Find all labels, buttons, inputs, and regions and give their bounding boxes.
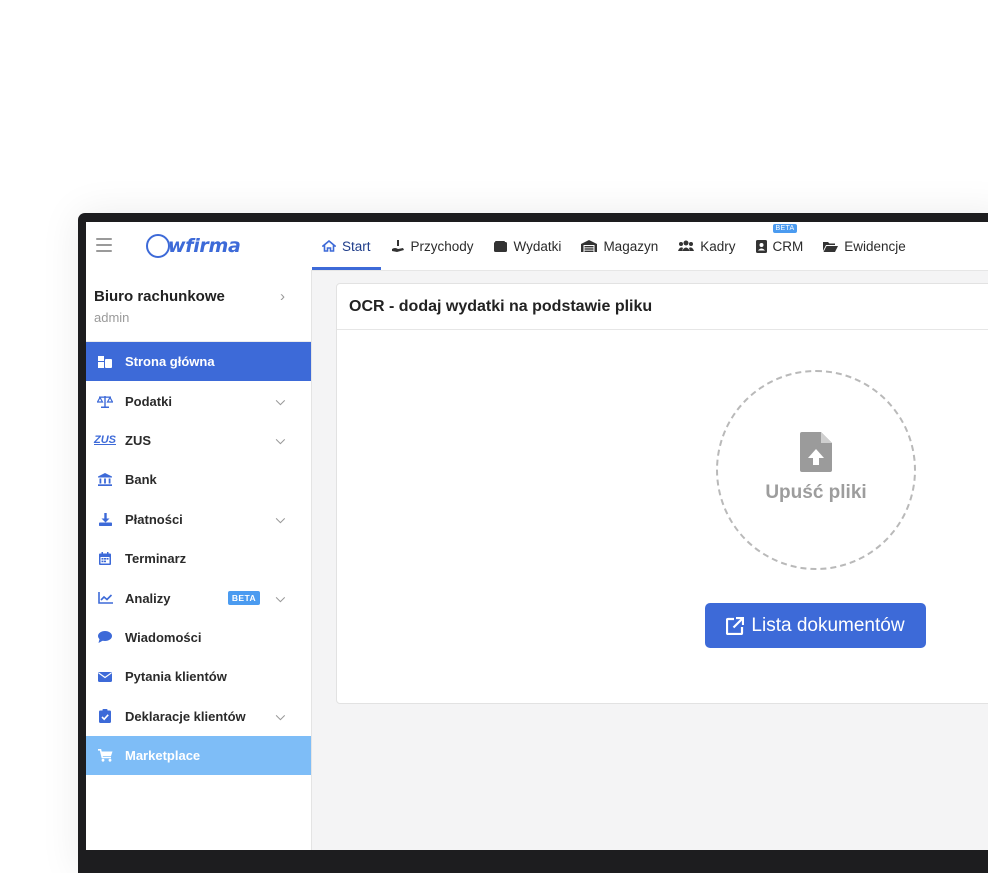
sidebar-item-label: Marketplace — [125, 748, 201, 764]
nav-item-label: Start — [342, 238, 371, 254]
nav-item-wydatki[interactable]: Wydatki — [484, 222, 572, 270]
envelope-icon — [97, 669, 113, 685]
sidebar-item-analizy[interactable]: Analizy BETA ⌵ — [86, 578, 311, 617]
sidebar-item-label: Deklaracje klientów — [125, 708, 246, 724]
calendar-icon — [97, 551, 113, 567]
account-role: admin — [94, 310, 130, 325]
chart-line-icon — [97, 590, 113, 606]
home-icon — [322, 240, 336, 252]
download-icon — [97, 511, 113, 527]
analizy-beta-badge: BETA — [227, 591, 260, 606]
sidebar-item-label: Podatki — [125, 393, 172, 409]
wallet-icon — [493, 240, 507, 252]
dashboard-icon — [97, 354, 113, 370]
sidebar-item-strona-glowna[interactable]: Strona główna — [86, 342, 311, 382]
nav-item-kadry[interactable]: Kadry — [668, 222, 745, 270]
sidebar-item-label: Bank — [125, 472, 157, 488]
wfirma-logo[interactable]: wfirma — [146, 231, 241, 261]
sidebar-item-label: Pytania klientów — [125, 669, 227, 685]
sidebar-item-label: Analizy — [125, 590, 171, 606]
nav-item-magazyn[interactable]: Magazyn — [571, 222, 668, 270]
sidebar-item-zus[interactable]: ZUS ZUS ⌵ — [86, 421, 311, 460]
folder-open-icon — [823, 241, 839, 252]
balance-scale-icon — [97, 393, 113, 409]
sidebar-item-label: Płatności — [125, 511, 183, 527]
sidebar-item-bank[interactable]: Bank — [86, 460, 311, 499]
sidebar-item-label: Terminarz — [125, 551, 187, 567]
app-window: wfirma Start Przychody Wydatki Magazyn K… — [86, 222, 988, 850]
users-icon — [678, 240, 695, 251]
sidebar-item-wiadomosci[interactable]: Wiadomości — [86, 618, 311, 657]
nav-item-label: Magazyn — [603, 238, 659, 254]
zus-logo-icon: ZUS — [94, 432, 116, 448]
chevron-down-icon: ⌵ — [275, 708, 285, 723]
nav-item-label: Ewidencje — [844, 238, 906, 254]
nav-item-label: Przychody — [410, 238, 474, 254]
dropzone-label: Upuść pliki — [765, 482, 867, 503]
warehouse-icon — [581, 240, 598, 252]
top-bar: wfirma Start Przychody Wydatki Magazyn K… — [86, 222, 988, 271]
file-dropzone[interactable]: Upuść pliki — [716, 370, 916, 570]
chevron-down-icon: ⌵ — [275, 511, 285, 526]
sidebar: Biuro rachunkowe admin › Strona główna P… — [86, 270, 312, 850]
sidebar-item-platnosci[interactable]: Płatności ⌵ — [86, 500, 311, 539]
cart-icon — [97, 748, 113, 764]
chevron-down-icon: ⌵ — [275, 590, 285, 605]
external-link-icon — [726, 616, 745, 635]
chevron-down-icon: ⌵ — [275, 432, 285, 447]
sidebar-item-podatki[interactable]: Podatki ⌵ — [86, 381, 311, 420]
documents-list-label: Lista dokumentów — [751, 614, 905, 636]
card-title: OCR - dodaj wydatki na podstawie pliku — [337, 284, 988, 330]
address-book-icon — [755, 239, 767, 253]
bank-icon — [97, 472, 113, 488]
zus-logo-text: ZUS — [94, 434, 116, 447]
documents-list-button[interactable]: Lista dokumentów — [705, 603, 926, 648]
account-switcher[interactable]: Biuro rachunkowe admin › — [86, 270, 311, 342]
sidebar-item-label: Wiadomości — [125, 629, 202, 645]
sidebar-item-pytania-klientow[interactable]: Pytania klientów — [86, 657, 311, 696]
clipboard-check-icon — [97, 708, 113, 724]
chevron-right-icon: › — [280, 288, 285, 305]
logo-circle-mark — [146, 234, 170, 258]
logo-text: wfirma — [168, 235, 241, 257]
sidebar-item-marketplace[interactable]: Marketplace — [86, 735, 311, 776]
nav-item-przychody[interactable]: Przychody — [381, 222, 484, 270]
nav-item-label: Kadry — [700, 238, 736, 254]
ocr-upload-card: OCR - dodaj wydatki na podstawie pliku U… — [336, 283, 988, 704]
sidebar-item-deklaracje-klientow[interactable]: Deklaracje klientów ⌵ — [86, 697, 311, 736]
nav-item-label: CRM — [772, 238, 804, 254]
sidebar-item-terminarz[interactable]: Terminarz — [86, 539, 311, 578]
chevron-down-icon: ⌵ — [275, 393, 285, 408]
account-name: Biuro rachunkowe — [94, 288, 225, 305]
main-nav: Start Przychody Wydatki Magazyn Kadry BE… — [312, 222, 916, 270]
sidebar-item-label: Strona główna — [125, 354, 215, 370]
hamburger-menu-icon[interactable] — [96, 238, 112, 252]
nav-item-start[interactable]: Start — [312, 222, 381, 270]
hand-money-icon — [391, 239, 404, 252]
file-upload-icon — [800, 432, 832, 472]
comment-icon — [97, 629, 113, 645]
crm-beta-badge: BETA — [772, 224, 798, 233]
nav-item-label: Wydatki — [513, 238, 562, 254]
sidebar-item-label: ZUS — [125, 432, 151, 448]
nav-item-crm[interactable]: BETA CRM — [746, 222, 814, 270]
nav-item-ewidencje[interactable]: Ewidencje — [813, 222, 916, 270]
